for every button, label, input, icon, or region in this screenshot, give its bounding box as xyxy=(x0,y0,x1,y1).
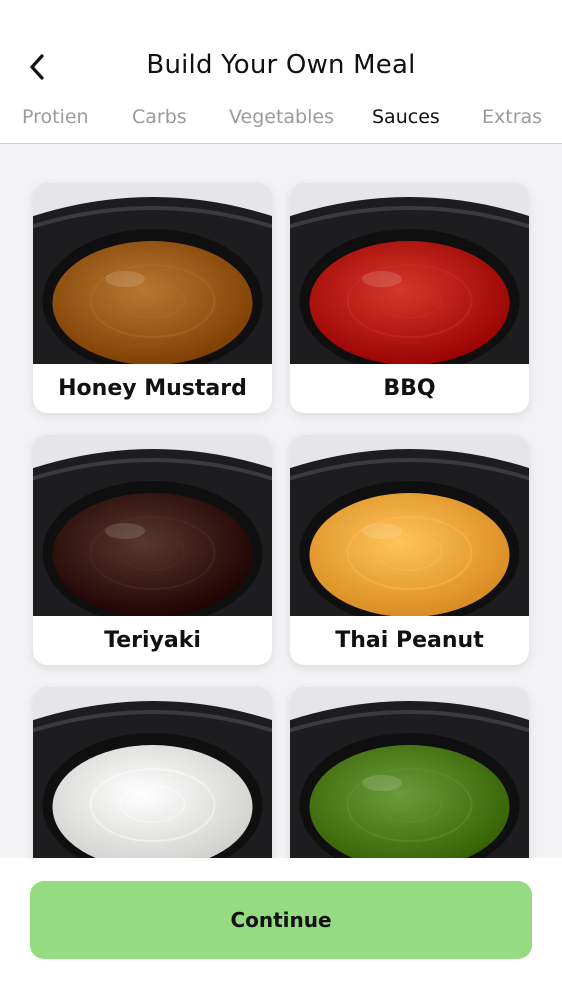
tab-carbs[interactable]: Carbs xyxy=(132,106,187,128)
sauce-name: BBQ xyxy=(383,376,436,401)
sauce-bowl-image xyxy=(290,183,529,364)
sauce-card-bbq[interactable]: BBQ xyxy=(290,183,529,413)
page-title: Build Your Own Meal xyxy=(146,50,416,80)
tab-protien[interactable]: Protien xyxy=(22,106,89,128)
sauce-name: Teriyaki xyxy=(104,628,201,653)
tab-vegetables[interactable]: Vegetables xyxy=(229,106,334,128)
sauce-photo xyxy=(290,183,529,364)
category-tabs: Protien Carbs Vegetables Sauces Extras xyxy=(0,106,562,134)
header: Build Your Own Meal Protien Carbs Vegeta… xyxy=(0,0,562,144)
sauce-card-white-sauce[interactable] xyxy=(33,687,272,858)
sauce-photo xyxy=(290,687,529,858)
sauce-bowl-image xyxy=(33,687,272,858)
sauce-card-green-sauce[interactable] xyxy=(290,687,529,858)
continue-button[interactable]: Continue xyxy=(30,881,532,959)
sauce-bowl-image xyxy=(290,687,529,858)
sauce-bowl-image xyxy=(33,435,272,616)
sauce-card-honey-mustard[interactable]: Honey Mustard xyxy=(33,183,272,413)
sauce-grid: Honey Mustard BBQ Teriyaki Thai Peanut xyxy=(0,144,562,858)
sauce-name: Thai Peanut xyxy=(335,628,484,653)
sauce-bowl-image xyxy=(290,435,529,616)
sauce-name: Honey Mustard xyxy=(58,376,247,401)
sauce-card-teriyaki[interactable]: Teriyaki xyxy=(33,435,272,665)
sauce-photo xyxy=(33,183,272,364)
sauce-bowl-image xyxy=(33,183,272,364)
tab-sauces[interactable]: Sauces xyxy=(372,106,440,128)
sauce-photo xyxy=(290,435,529,616)
sauce-card-thai-peanut[interactable]: Thai Peanut xyxy=(290,435,529,665)
footer: Continue xyxy=(0,858,562,1000)
sauce-photo xyxy=(33,687,272,858)
sauce-photo xyxy=(33,435,272,616)
tab-extras[interactable]: Extras xyxy=(482,106,542,128)
